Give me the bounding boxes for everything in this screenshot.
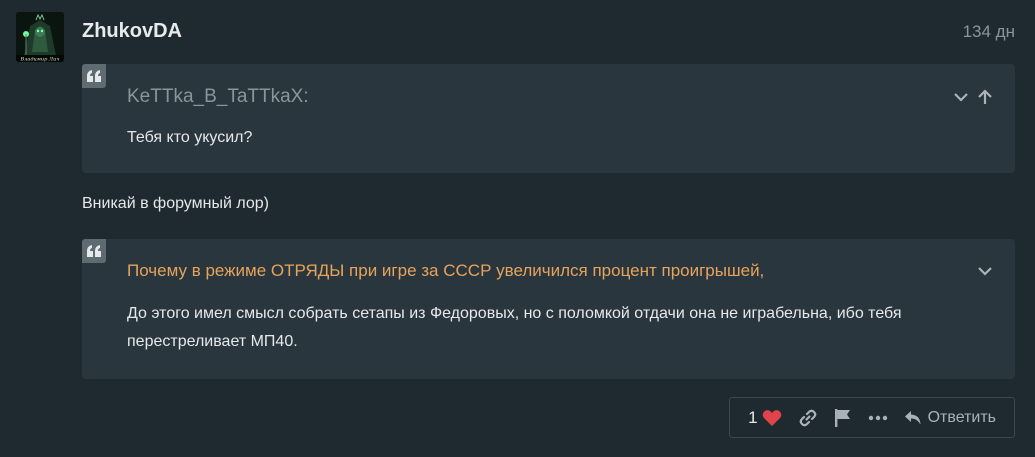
more-button[interactable] (860, 398, 896, 437)
chevron-down-icon[interactable] (975, 261, 995, 281)
reply-button[interactable]: Ответить (896, 398, 1004, 437)
arrow-up-icon[interactable] (975, 87, 995, 107)
post-text: Вникай в форумный лор) (82, 195, 269, 212)
quote-block: KeTTka_B_TaTTkaX: Тебя кто укусил? (82, 64, 1015, 173)
username[interactable]: ZhukovDA (82, 20, 182, 43)
quote-icon (82, 239, 106, 263)
avatar-image: Владимир Лич (16, 12, 64, 62)
quote-body: Тебя кто укусил? (127, 129, 253, 146)
flag-icon (834, 408, 850, 427)
like-count: 1 (748, 407, 758, 427)
quote-header: Почему в режиме ОТРЯДЫ при игре за СССР … (127, 261, 995, 281)
link-icon (799, 409, 816, 426)
quote-body: До этого имел смысл собрать сетапы из Фе… (127, 305, 902, 350)
post-actions: 1 Ответить (729, 397, 1015, 438)
heart-icon (762, 409, 781, 426)
post-date[interactable]: 134 дн (963, 22, 1015, 42)
chevron-down-icon[interactable] (951, 87, 971, 107)
quote-controls (975, 261, 995, 281)
forum-post: Владимир Лич ZhukovDA 134 дн KeTTka_B_Ta… (0, 0, 1035, 457)
quote-topic-link[interactable]: Почему в режиме ОТРЯДЫ при игре за СССР … (127, 261, 764, 281)
flag-button[interactable] (826, 398, 860, 437)
like-button[interactable]: 1 (740, 398, 789, 437)
avatar[interactable]: Владимир Лич (16, 12, 64, 62)
more-icon (868, 415, 887, 420)
quote-icon (82, 64, 106, 88)
copy-link-button[interactable] (790, 398, 826, 437)
quote-author[interactable]: KeTTka_B_TaTTkaX: (127, 86, 309, 108)
quote-block: Почему в режиме ОТРЯДЫ при игре за СССР … (82, 239, 1015, 379)
svg-text:Владимир Лич: Владимир Лич (20, 57, 60, 63)
quote-controls (951, 87, 995, 107)
reply-label: Ответить (927, 408, 996, 426)
quote-header: KeTTka_B_TaTTkaX: (127, 86, 995, 108)
reply-icon (904, 410, 921, 424)
